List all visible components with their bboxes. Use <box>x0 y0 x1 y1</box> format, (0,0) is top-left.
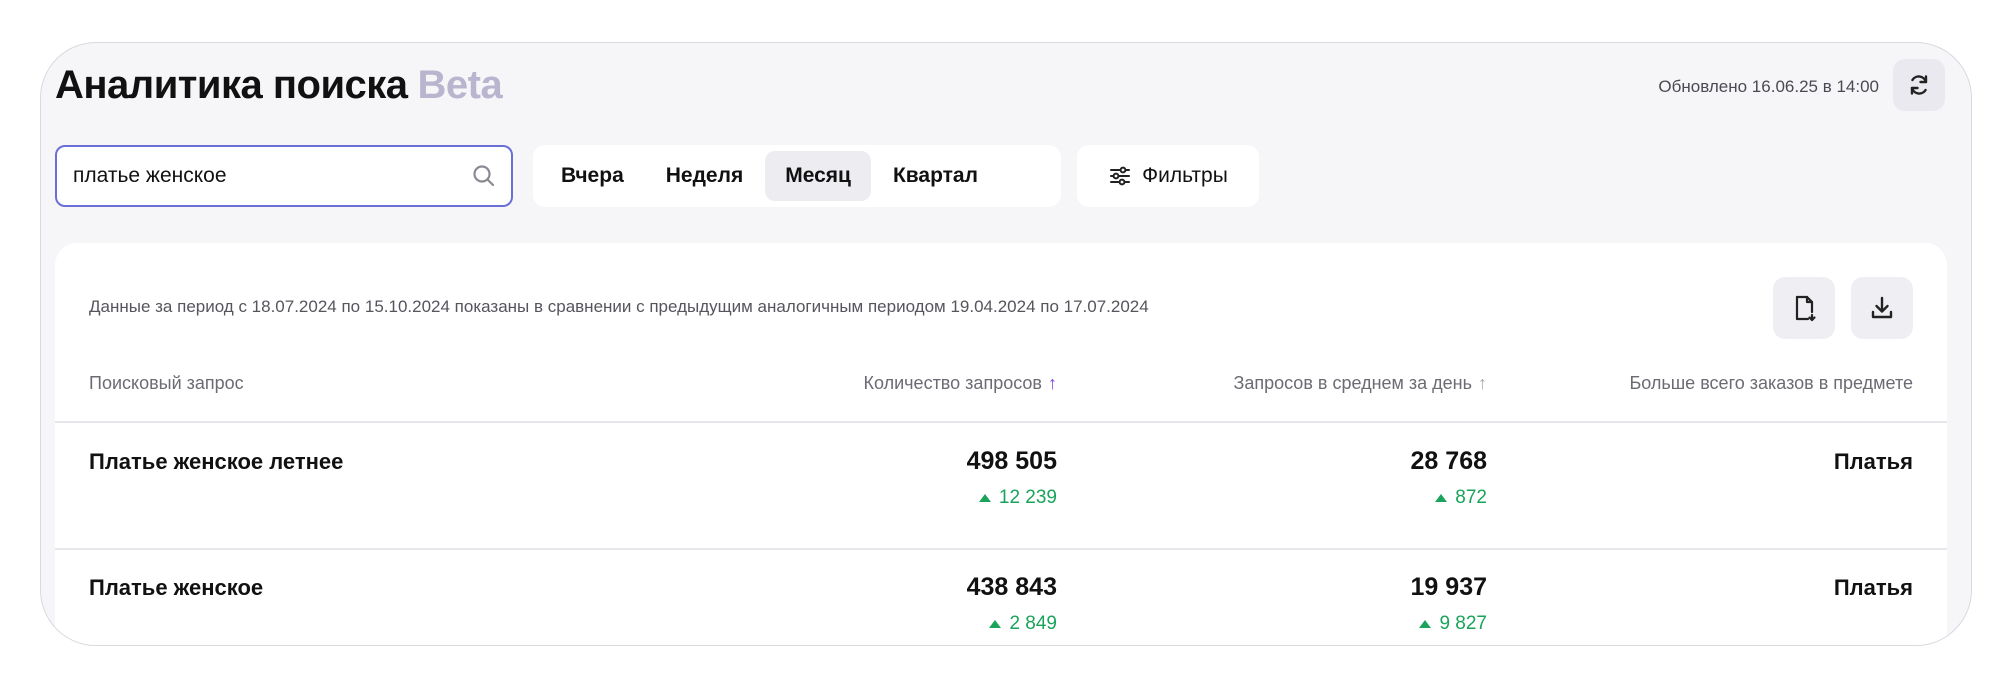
avg-delta-value: 9 827 <box>1439 613 1487 634</box>
sliders-icon <box>1108 164 1132 188</box>
avg-delta: 872 <box>1435 487 1487 509</box>
analytics-window: Аналитика поиска Beta Обновлено 16.06.25 … <box>40 42 1972 646</box>
period-quarter-button[interactable]: Квартал <box>873 151 998 201</box>
period-note: Данные за период с 18.07.2024 по 15.10.2… <box>89 297 1149 316</box>
period-yesterday-button[interactable]: Вчера <box>541 151 644 201</box>
search-field[interactable] <box>55 145 513 207</box>
table-row[interactable]: Платье женское летнее 498 505 12 239 28 … <box>55 423 1947 549</box>
count-cell: 438 843 <box>966 573 1057 601</box>
beta-badge: Beta <box>417 63 503 107</box>
subject-cell: Платья <box>1833 575 1913 600</box>
refresh-icon <box>1907 73 1931 97</box>
count-delta: 12 239 <box>978 487 1057 509</box>
trend-up-icon <box>978 494 991 502</box>
period-month-button[interactable]: Месяц <box>765 151 871 201</box>
column-header-count[interactable]: Количество запросов ↑ <box>864 373 1057 394</box>
avg-delta-value: 872 <box>1455 487 1487 508</box>
count-delta: 2 849 <box>989 613 1057 635</box>
count-cell: 498 505 <box>966 447 1057 475</box>
updated-timestamp: Обновлено 16.06.25 в 14:00 <box>1658 77 1879 96</box>
results-card: Данные за период с 18.07.2024 по 15.10.2… <box>55 243 1947 645</box>
avg-cell: 28 768 <box>1410 447 1487 475</box>
refresh-button[interactable] <box>1893 59 1945 111</box>
column-header-avg-label: Запросов в среднем за день <box>1233 373 1472 393</box>
count-delta-value: 12 239 <box>998 487 1057 508</box>
search-input[interactable] <box>73 164 471 188</box>
query-cell: Платье женское <box>89 575 264 600</box>
column-header-query: Поисковый запрос <box>89 373 244 393</box>
search-icon[interactable] <box>471 163 497 189</box>
filters-button[interactable]: Фильтры <box>1077 145 1259 207</box>
download-icon <box>1868 294 1896 322</box>
column-header-avg[interactable]: Запросов в среднем за день ↑ <box>1233 373 1487 394</box>
period-week-button[interactable]: Неделя <box>646 151 763 201</box>
export-document-button[interactable] <box>1773 277 1835 339</box>
filters-label: Фильтры <box>1142 164 1228 187</box>
page-title: Аналитика поиска Beta <box>55 63 503 108</box>
sort-arrow-icon[interactable]: ↑ <box>1048 373 1057 393</box>
period-selector: Вчера Неделя Месяц Квартал <box>533 145 1061 207</box>
count-delta-value: 2 849 <box>1009 613 1057 634</box>
query-cell: Платье женское летнее <box>89 449 344 474</box>
sort-arrow-icon[interactable]: ↑ <box>1478 373 1487 393</box>
trend-up-icon <box>1435 494 1448 502</box>
column-header-count-label: Количество запросов <box>863 373 1042 393</box>
subject-cell: Платья <box>1833 449 1913 474</box>
document-icon <box>1790 294 1818 322</box>
avg-cell: 19 937 <box>1410 573 1487 601</box>
avg-delta: 9 827 <box>1419 613 1487 635</box>
page-title-text: Аналитика поиска <box>55 63 408 107</box>
column-header-subject: Больше всего заказов в предмете <box>1629 373 1913 393</box>
download-button[interactable] <box>1851 277 1913 339</box>
trend-up-icon <box>1419 620 1432 628</box>
trend-up-icon <box>989 620 1002 628</box>
table-row[interactable]: Платье женское 438 843 2 849 19 937 9 82… <box>55 549 1947 645</box>
